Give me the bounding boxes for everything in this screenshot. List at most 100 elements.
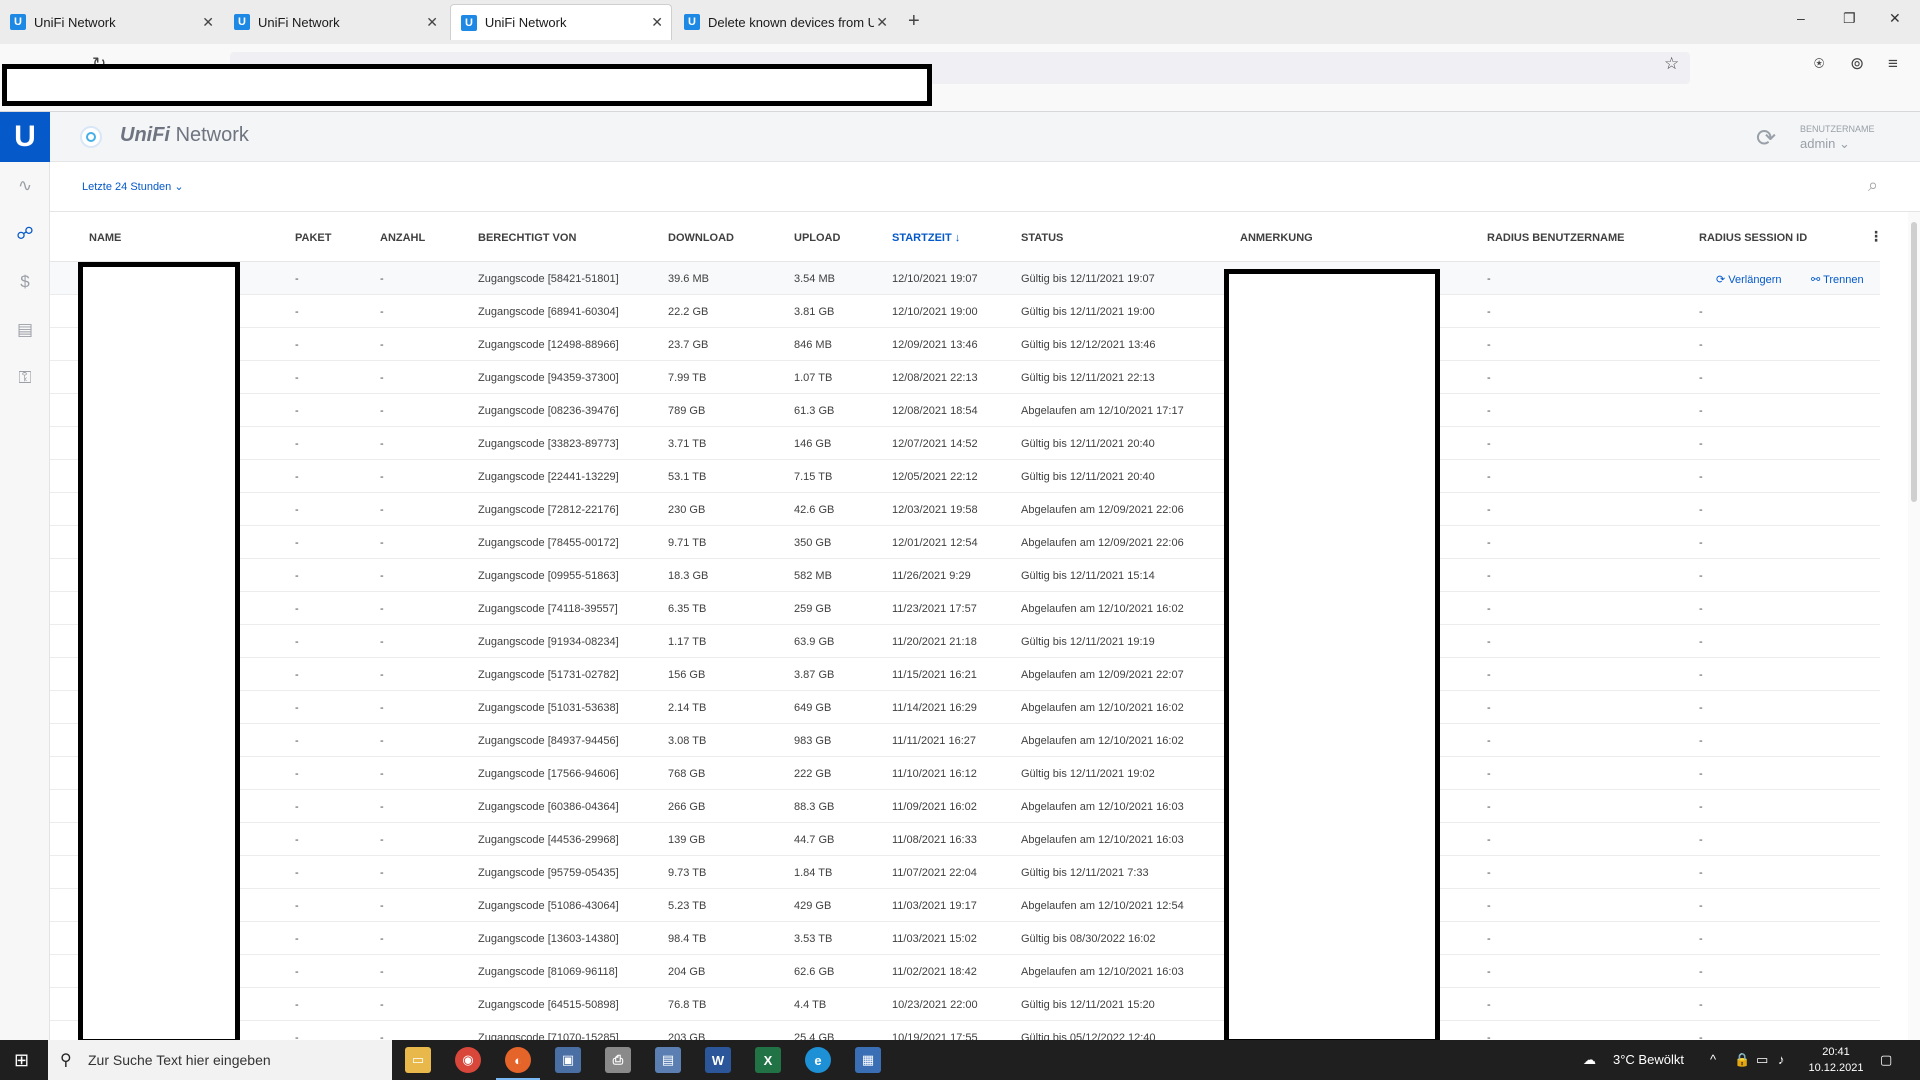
- cell-download: 203 GB: [668, 1032, 706, 1040]
- taskbar-clock[interactable]: 20:41 10.12.2021: [1808, 1044, 1864, 1076]
- close-window-button[interactable]: ✕: [1889, 10, 1901, 27]
- remote-desktop-icon[interactable]: ▣: [555, 1047, 581, 1073]
- collections-icon[interactable]: ⍟: [1814, 54, 1824, 74]
- payments-dollar-icon[interactable]: $: [14, 272, 36, 292]
- table-row[interactable]: - - Zugangscode [68941-60304] 22.2 GB 3.81 G…: [50, 295, 1880, 328]
- column-header-status[interactable]: STATUS: [1021, 232, 1063, 244]
- browser-tab[interactable]: U Delete known devices from Uni ✕: [674, 4, 896, 40]
- column-header-anmerkung[interactable]: ANMERKUNG: [1240, 232, 1313, 244]
- menu-hamburger-icon[interactable]: ≡: [1888, 54, 1898, 74]
- table-row[interactable]: - - Zugangscode [71070-15285] 203 GB 25.4 GB…: [50, 1021, 1880, 1040]
- internet-explorer-icon[interactable]: e: [805, 1047, 831, 1073]
- close-tab-icon[interactable]: ✕: [651, 14, 663, 31]
- cell-paket: -: [295, 702, 299, 714]
- tray-chevron-up-icon[interactable]: ^: [1710, 1052, 1716, 1067]
- calculator-icon[interactable]: ▦: [855, 1047, 881, 1073]
- refresh-icon[interactable]: ⟳: [1756, 124, 1776, 153]
- search-icon[interactable]: ⌕: [1868, 175, 1878, 196]
- word-icon[interactable]: W: [705, 1047, 731, 1073]
- table-row[interactable]: - - Zugangscode [72812-22176] 230 GB 42.6 GB…: [50, 493, 1880, 526]
- key-icon[interactable]: ⚿: [14, 368, 36, 388]
- redaction-box-url: [2, 64, 932, 106]
- cell-berechtigt-von: Zugangscode [68941-60304]: [478, 306, 619, 318]
- unifi-device-icon: [80, 126, 102, 148]
- file-explorer-icon[interactable]: ▭: [405, 1047, 431, 1073]
- weather-cloud-icon[interactable]: ☁: [1583, 1052, 1596, 1068]
- table-row[interactable]: - - Zugangscode [22441-13229] 53.1 TB 7.15 T…: [50, 460, 1880, 493]
- browser-tab-active[interactable]: U UniFi Network ✕: [450, 4, 672, 40]
- cell-radius-user: -: [1487, 669, 1491, 681]
- cell-status: Gültig bis 12/11/2021 19:00: [1021, 306, 1155, 318]
- pocket-icon[interactable]: ⊚: [1850, 54, 1864, 74]
- vouchers-list-icon[interactable]: ▤: [14, 320, 36, 340]
- chrome-icon[interactable]: ◉: [455, 1047, 481, 1073]
- table-row[interactable]: - - Zugangscode [95759-05435] 9.73 TB 1.84 T…: [50, 856, 1880, 889]
- new-tab-button[interactable]: +: [908, 10, 920, 33]
- browser-tab[interactable]: U UniFi Network ✕: [0, 4, 222, 40]
- scrollbar-thumb[interactable]: [1911, 222, 1917, 502]
- table-row[interactable]: - - Zugangscode [74118-39557] 6.35 TB 259 GB…: [50, 592, 1880, 625]
- table-row[interactable]: - - Zugangscode [12498-88966] 23.7 GB 846 MB…: [50, 328, 1880, 361]
- extend-button[interactable]: ⟳ Verlängern: [1716, 273, 1782, 286]
- excel-icon[interactable]: X: [755, 1047, 781, 1073]
- column-header-paket[interactable]: PAKET: [295, 232, 331, 244]
- taskbar-search-box[interactable]: ⚲ Zur Suche Text hier eingeben: [48, 1040, 392, 1080]
- notifications-icon[interactable]: ▢: [1880, 1052, 1892, 1068]
- firefox-icon[interactable]: ◐: [496, 1047, 540, 1080]
- table-row[interactable]: - - Zugangscode [51731-02782] 156 GB 3.87 GB…: [50, 658, 1880, 691]
- table-row[interactable]: - - Zugangscode [44536-29968] 139 GB 44.7 GB…: [50, 823, 1880, 856]
- table-row[interactable]: - - Zugangscode [84937-94456] 3.08 TB 983 GB…: [50, 724, 1880, 757]
- clients-users-icon[interactable]: ☍: [14, 224, 36, 244]
- table-row[interactable]: - - Zugangscode [08236-39476] 789 GB 61.3 GB…: [50, 394, 1880, 427]
- bookmark-star-icon[interactable]: ☆: [1664, 54, 1679, 74]
- page-scrollbar[interactable]: [1908, 212, 1920, 1040]
- cell-download: 7.99 TB: [668, 372, 707, 384]
- disconnect-button[interactable]: ⚯ Trennen: [1811, 273, 1864, 286]
- close-tab-icon[interactable]: ✕: [202, 14, 214, 31]
- filter-bar: Letzte 24 Stunden ⌄ ⌕: [50, 162, 1920, 212]
- table-row[interactable]: - - Zugangscode [81069-96118] 204 GB 62.6 GB…: [50, 955, 1880, 988]
- printer-app-icon[interactable]: ⎙: [605, 1047, 631, 1073]
- maximize-window-button[interactable]: ❐: [1843, 10, 1856, 27]
- table-row[interactable]: - - Zugangscode [78455-00172] 9.71 TB 350 GB…: [50, 526, 1880, 559]
- notepad-icon[interactable]: ▤: [655, 1047, 681, 1073]
- table-row[interactable]: - - Zugangscode [60386-04364] 266 GB 88.3 GB…: [50, 790, 1880, 823]
- network-icon[interactable]: ▭: [1756, 1052, 1768, 1068]
- close-tab-icon[interactable]: ✕: [876, 14, 888, 31]
- table-row[interactable]: - - Zugangscode [09955-51863] 18.3 GB 582 MB…: [50, 559, 1880, 592]
- cell-paket: -: [295, 735, 299, 747]
- column-header-anzahl[interactable]: ANZAHL: [380, 232, 425, 244]
- table-row[interactable]: - - Zugangscode [51031-53638] 2.14 TB 649 GB…: [50, 691, 1880, 724]
- table-row[interactable]: - - Zugangscode [17566-94606] 768 GB 222 GB 1…: [50, 757, 1880, 790]
- table-row[interactable]: - - Zugangscode [13603-14380] 98.4 TB 3.53 T…: [50, 922, 1880, 955]
- volume-icon[interactable]: ♪: [1778, 1052, 1785, 1067]
- table-row[interactable]: - - Zugangscode [91934-08234] 1.17 TB 63.9 G…: [50, 625, 1880, 658]
- column-header-download[interactable]: DOWNLOAD: [668, 232, 734, 244]
- column-header-name[interactable]: NAME: [89, 232, 121, 244]
- windows-start-icon[interactable]: ⊞: [14, 1050, 29, 1071]
- time-range-dropdown[interactable]: Letzte 24 Stunden ⌄: [82, 180, 184, 193]
- column-header-radius-session[interactable]: RADIUS SESSION ID: [1699, 232, 1807, 244]
- security-lock-icon[interactable]: 🔒: [1734, 1052, 1750, 1068]
- weather-text[interactable]: 3°C Bewölkt: [1613, 1052, 1684, 1067]
- table-row[interactable]: - - Zugangscode [51086-43064] 5.23 TB 429 GB…: [50, 889, 1880, 922]
- table-row[interactable]: - - Zugangscode [58421-51801] 39.6 MB 3.54 M…: [50, 262, 1880, 295]
- column-header-upload[interactable]: UPLOAD: [794, 232, 840, 244]
- column-options-kebab-icon[interactable]: ⋮: [1869, 228, 1880, 245]
- table-row[interactable]: - - Zugangscode [94359-37300] 7.99 TB 1.07 T…: [50, 361, 1880, 394]
- unifi-favicon-icon: U: [10, 14, 26, 30]
- statistics-pulse-icon[interactable]: ∿: [14, 176, 36, 196]
- close-tab-icon[interactable]: ✕: [426, 14, 438, 31]
- column-header-radius-user[interactable]: RADIUS BENUTZERNAME: [1487, 232, 1625, 244]
- browser-tab[interactable]: U UniFi Network ✕: [224, 4, 446, 40]
- column-header-berechtigt[interactable]: BERECHTIGT VON: [478, 232, 576, 244]
- column-header-startzeit[interactable]: STARTZEIT ↓: [892, 232, 960, 244]
- user-menu[interactable]: admin ⌄: [1800, 136, 1850, 152]
- ubiquiti-logo-icon[interactable]: U: [0, 112, 50, 162]
- cell-radius-session: -: [1699, 438, 1703, 450]
- table-row[interactable]: - - Zugangscode [64515-50898] 76.8 TB 4.4 TB…: [50, 988, 1880, 1021]
- table-row[interactable]: - - Zugangscode [33823-89773] 3.71 TB 146 GB…: [50, 427, 1880, 460]
- taskbar-search-placeholder: Zur Suche Text hier eingeben: [88, 1052, 271, 1068]
- cell-upload: 1.07 TB: [794, 372, 833, 384]
- minimize-window-button[interactable]: –: [1797, 10, 1805, 26]
